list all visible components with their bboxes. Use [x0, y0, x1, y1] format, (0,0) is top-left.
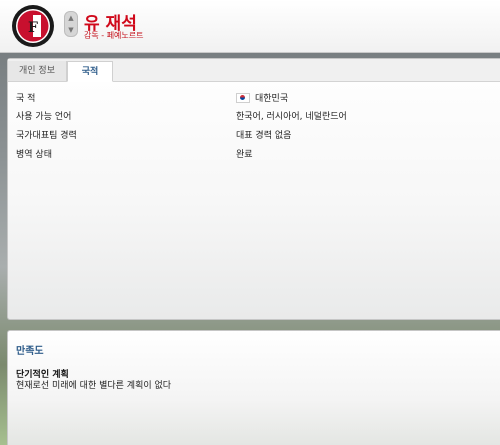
plan-text: 현재로선 미래에 대한 별다른 계획이 없다	[16, 381, 172, 391]
detail-row-military-status: 병역 상태 완료	[8, 147, 500, 161]
detail-value: 완료	[236, 150, 253, 160]
feyenoord-crest-icon: F	[12, 5, 54, 47]
profile-nav-arrows[interactable]: ▲ ▼	[64, 11, 78, 37]
nav-down-icon[interactable]: ▼	[68, 26, 73, 34]
profile-header: F ▲ ▼ 유 재석 감독 - 페예노르트	[0, 0, 500, 53]
svg-text:F: F	[28, 20, 38, 36]
flag-south-korea-icon	[236, 92, 250, 103]
detail-label: 국가대표팀 경력	[16, 131, 77, 141]
detail-value: 대한민국	[236, 91, 288, 104]
tab-bar: 개인 정보 국적	[8, 59, 500, 82]
satisfaction-panel: 만족도 단기적인 계획 현재로선 미래에 대한 별다른 계획이 없다	[7, 330, 500, 445]
nationality-value[interactable]: 대한민국	[255, 91, 288, 104]
detail-row-nationality: 국 적 대한민국	[8, 91, 500, 105]
detail-value: 한국어, 러시아어, 네덜란드어	[236, 112, 347, 122]
satisfaction-title: 만족도	[16, 346, 44, 357]
tab-nationality[interactable]: 국적	[67, 61, 113, 82]
detail-label: 국 적	[16, 94, 36, 104]
nationality-panel: 개인 정보 국적 국 적 대한민국 사용 가능 언어 한국어, 러시아어, 네덜…	[7, 58, 500, 320]
tab-personal-info[interactable]: 개인 정보	[8, 61, 67, 81]
person-role-club[interactable]: 감독 - 페예노르트	[84, 30, 144, 41]
detail-value: 대표 경력 없음	[236, 131, 292, 141]
detail-row-national-team: 국가대표팀 경력 대표 경력 없음	[8, 128, 500, 142]
detail-row-languages: 사용 가능 언어 한국어, 러시아어, 네덜란드어	[8, 109, 500, 123]
detail-label: 병역 상태	[16, 150, 52, 160]
nav-up-icon[interactable]: ▲	[68, 14, 73, 22]
detail-label: 사용 가능 언어	[16, 112, 72, 122]
